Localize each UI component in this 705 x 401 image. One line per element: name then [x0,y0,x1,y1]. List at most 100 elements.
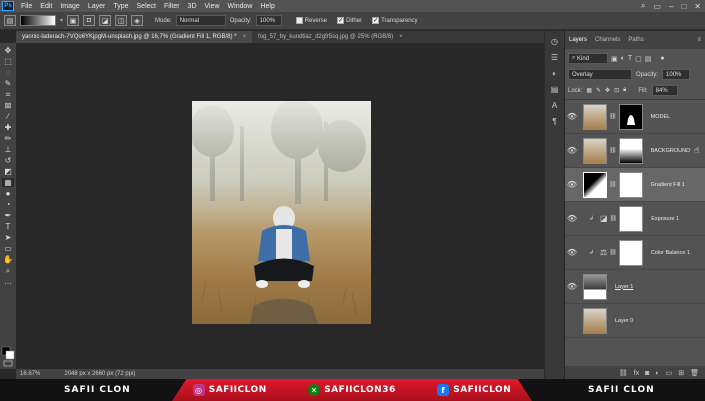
brush-tool-icon[interactable]: ✏ [2,134,14,143]
menu-type[interactable]: Type [109,3,132,10]
type-tool-icon[interactable]: T [2,222,14,231]
tab-document-2[interactable]: fog_57_by_kundtiaz_d2gfr5sq.jpg @ 25% (R… [252,31,409,43]
close-tab-icon[interactable]: × [243,34,247,40]
history-brush-tool-icon[interactable]: ↺ [2,156,14,165]
tab-channels[interactable]: Channels [595,37,620,43]
menu-window[interactable]: Window [224,3,257,10]
add-mask-icon[interactable]: ◙ [645,370,649,377]
linear-gradient-icon[interactable]: ▣ [67,15,80,26]
tool-preset-icon[interactable]: ▤ [4,15,16,26]
layer-name[interactable]: Exposure 1 [651,216,679,222]
menu-help[interactable]: Help [256,3,278,10]
filter-adjustment-icon[interactable]: ◐ [621,55,625,62]
filter-toggle-icon[interactable]: ● [660,55,664,62]
layer-row-layer-0[interactable]: · Layer 0 [565,304,705,338]
fx-icon[interactable]: fx [634,370,639,377]
menu-3d[interactable]: 3D [184,3,201,10]
reverse-checkbox[interactable]: Reverse [295,17,327,24]
radial-gradient-icon[interactable]: ◘ [83,15,96,26]
mode-select[interactable]: Normal [175,15,226,26]
layer-row-color-balance-1[interactable]: 👁︎ ↲ ⚖︎ ⛓︎ Color Balance 1 [565,236,705,270]
layer-name[interactable]: Layer 1 [615,284,633,290]
fill-input[interactable]: 84% [651,85,678,96]
menu-edit[interactable]: Edit [36,3,56,10]
link-layers-icon[interactable]: ⛓︎ [619,369,628,377]
search-icon[interactable]: ⌕ [641,1,645,11]
layer-row-model[interactable]: 👁︎ ⛓︎ MODEL [565,100,705,134]
transparency-checkbox[interactable]: ✓ Transparency [372,17,418,24]
chevron-down-icon[interactable]: ▾ [60,17,63,24]
reflected-gradient-icon[interactable]: ◫ [115,15,128,26]
new-layer-icon[interactable]: ⊞ [678,369,684,377]
path-select-tool-icon[interactable]: ➤ [2,233,14,242]
lock-paint-icon[interactable]: ✎ [596,87,601,94]
workspace-icon[interactable]: ▭ [653,2,661,11]
menu-layer[interactable]: Layer [84,3,110,10]
menu-select[interactable]: Select [133,3,160,10]
visibility-eye-icon[interactable]: 👁︎ [565,248,579,257]
lasso-tool-icon[interactable]: ◌ [2,68,14,77]
lock-position-icon[interactable]: ✥ [605,87,610,94]
visibility-eye-icon[interactable]: 👁︎ [565,112,579,121]
layer-name[interactable]: Gradient Fill 1 [651,182,685,188]
layer-mask-thumbnail[interactable] [618,171,643,198]
opacity-input[interactable]: 100% [255,15,282,26]
layer-row-gradient-fill-1[interactable]: 👁︎ ⛓︎ Gradient Fill 1 [565,168,705,202]
clone-stamp-tool-icon[interactable]: ⊥ [2,145,14,154]
lock-pixels-icon[interactable]: ▦ [586,87,592,94]
zoom-level[interactable]: 16.67% [20,371,40,377]
layer-mask-thumbnail[interactable] [618,239,643,266]
new-group-icon[interactable]: ▭ [666,369,673,377]
pen-tool-icon[interactable]: ✒ [2,211,14,220]
visibility-eye-icon[interactable]: 👁︎ [565,146,579,155]
eraser-tool-icon[interactable]: ◩ [2,167,14,176]
close-icon[interactable]: ✕ [694,2,701,11]
dither-checkbox[interactable]: ✓ Dither [337,17,362,24]
layer-mask-thumbnail[interactable] [618,103,643,130]
lock-all-icon[interactable]: 🔒︎ [623,87,626,94]
document-canvas-image[interactable] [192,101,371,324]
quick-select-tool-icon[interactable]: ✎ [2,79,14,88]
filter-kind-select[interactable]: ⌕ Kind [568,53,608,64]
character-panel-icon[interactable]: A [548,99,562,111]
tab-layers[interactable]: Layers [569,37,587,43]
gradient-tool-icon[interactable]: ▦ [2,178,14,187]
filter-smart-object-icon[interactable]: ▤ [645,55,652,63]
paragraph-panel-icon[interactable]: ¶ [548,115,562,127]
menu-filter[interactable]: Filter [160,3,184,10]
marquee-tool-icon[interactable]: ⬚ [2,57,14,66]
visibility-off-icon[interactable]: · [565,316,579,325]
history-panel-icon[interactable]: ◷ [548,35,562,47]
layer-row-background[interactable]: 👁︎ ⛓︎ BACKGROUND ☝︎ [565,134,705,168]
layer-row-layer-1[interactable]: 👁︎ Layer 1 [565,270,705,304]
blend-mode-select[interactable]: Overlay [568,69,632,80]
layer-row-exposure-1[interactable]: 👁︎ ↲ ◪ ⛓︎ Exposure 1 [565,202,705,236]
layer-name[interactable]: BACKGROUND [651,148,690,154]
maximize-icon[interactable]: □ [681,2,686,11]
menu-view[interactable]: View [201,3,224,10]
visibility-eye-icon[interactable]: 👁︎ [565,180,579,189]
libraries-panel-icon[interactable]: ▤ [548,83,562,95]
healing-brush-tool-icon[interactable]: ✚ [2,123,14,132]
eyedropper-tool-icon[interactable]: ⁄ [2,112,14,121]
shape-tool-icon[interactable]: ▭ [2,244,14,253]
new-adjustment-icon[interactable]: ◐ [655,370,659,377]
layer-name[interactable]: Layer 0 [615,318,633,324]
document-info[interactable]: 2048 px x 2660 px (72 ppi) [64,371,135,377]
tab-paths[interactable]: Paths [628,37,643,43]
filter-shape-icon[interactable]: ▢ [635,55,642,63]
angle-gradient-icon[interactable]: ◪ [99,15,112,26]
lock-artboard-icon[interactable]: ⊡ [614,87,619,94]
layer-name[interactable]: Color Balance 1 [651,250,690,256]
panel-menu-icon[interactable]: ≡ [697,37,701,43]
frame-tool-icon[interactable]: ⊠ [2,101,14,110]
layer-name[interactable]: MODEL [651,114,671,120]
hand-tool-icon[interactable]: ✋ [2,255,14,264]
gradient-picker[interactable] [20,15,56,26]
visibility-eye-icon[interactable]: 👁︎ [565,282,579,291]
zoom-tool-icon[interactable]: ⌕ [2,266,14,275]
close-tab-icon[interactable]: × [399,34,403,40]
minimize-icon[interactable]: – [669,2,673,11]
diamond-gradient-icon[interactable]: ◈ [131,15,144,26]
crop-tool-icon[interactable]: ⌗ [2,90,14,99]
